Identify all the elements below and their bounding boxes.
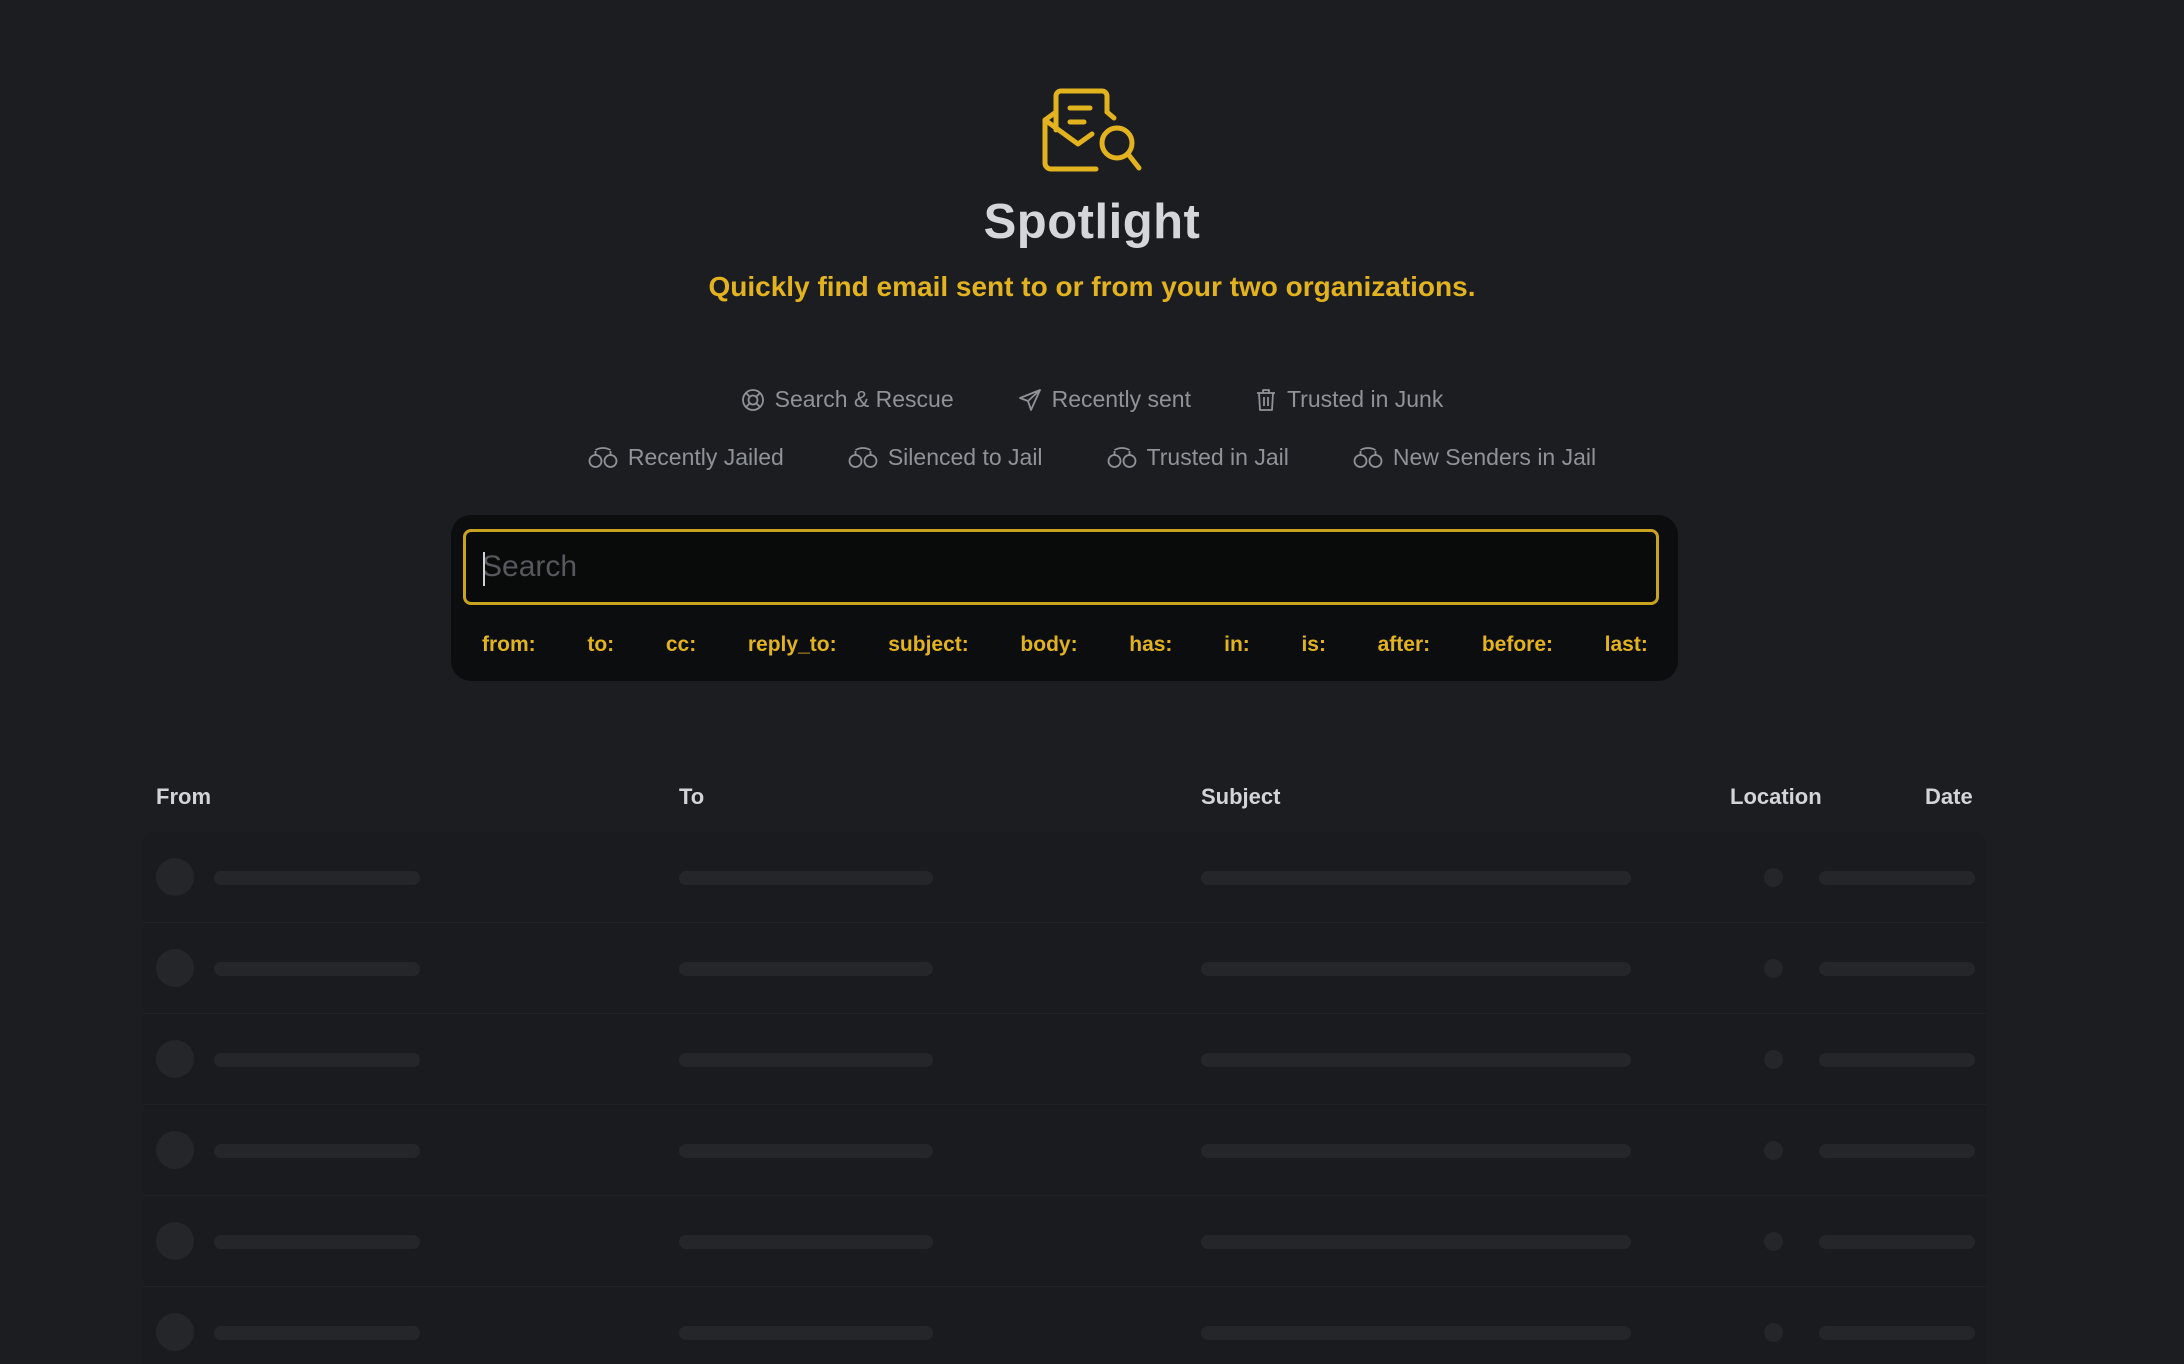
table-body bbox=[143, 832, 1986, 1364]
skeleton-subject bbox=[1201, 1326, 1631, 1340]
operator-reply-to[interactable]: reply_to: bbox=[748, 633, 837, 657]
operator-body[interactable]: body: bbox=[1020, 633, 1077, 657]
handcuffs-icon bbox=[588, 446, 618, 468]
skeleton-avatar bbox=[156, 1313, 194, 1351]
table-row-skeleton bbox=[143, 1196, 1986, 1287]
skeleton-date bbox=[1819, 1326, 1975, 1340]
column-header-location[interactable]: Location bbox=[1730, 784, 1822, 810]
skeleton-subject bbox=[1201, 1053, 1631, 1067]
column-header-to[interactable]: To bbox=[679, 784, 704, 810]
skeleton-to bbox=[679, 1144, 933, 1158]
skeleton-location bbox=[1764, 959, 1783, 978]
skeleton-to bbox=[679, 1235, 933, 1249]
table-row-skeleton bbox=[143, 832, 1986, 923]
shortcut-new-senders-in-jail[interactable]: New Senders in Jail bbox=[1353, 444, 1596, 471]
operator-last[interactable]: last: bbox=[1605, 633, 1648, 657]
search-operators: from: to: cc: reply_to: subject: body: h… bbox=[482, 633, 1648, 657]
skeleton-subject bbox=[1201, 871, 1631, 885]
operator-in[interactable]: in: bbox=[1224, 633, 1250, 657]
skeleton-location bbox=[1764, 868, 1783, 887]
shortcut-trusted-in-jail[interactable]: Trusted in Jail bbox=[1107, 444, 1289, 471]
skeleton-date bbox=[1819, 1235, 1975, 1249]
shortcut-label: Trusted in Jail bbox=[1146, 444, 1289, 470]
skeleton-avatar bbox=[156, 858, 194, 896]
spotlight-page: Spotlight Quickly find email sent to or … bbox=[0, 0, 2184, 1364]
operator-from[interactable]: from: bbox=[482, 633, 536, 657]
skeleton-to bbox=[679, 1053, 933, 1067]
skeleton-subject bbox=[1201, 1235, 1631, 1249]
column-header-subject[interactable]: Subject bbox=[1201, 784, 1280, 810]
handcuffs-icon bbox=[1353, 446, 1383, 468]
shortcut-label: Search & Rescue bbox=[774, 386, 954, 412]
skeleton-to bbox=[679, 1326, 933, 1340]
skeleton-avatar bbox=[156, 1222, 194, 1260]
shortcut-trusted-in-junk[interactable]: Trusted in Junk bbox=[1255, 386, 1443, 413]
operator-subject[interactable]: subject: bbox=[888, 633, 969, 657]
shortcut-label: Silenced to Jail bbox=[887, 444, 1043, 470]
operator-is[interactable]: is: bbox=[1301, 633, 1326, 657]
shortcut-search-rescue[interactable]: Search & Rescue bbox=[741, 386, 954, 413]
operator-to[interactable]: to: bbox=[587, 633, 614, 657]
trash-icon bbox=[1256, 388, 1275, 411]
skeleton-avatar bbox=[156, 1131, 194, 1169]
shortcut-row-2: Recently Jailed Silenced to Jail Trusted… bbox=[0, 444, 2184, 471]
page-title: Spotlight bbox=[983, 195, 1201, 249]
skeleton-from bbox=[214, 1144, 420, 1158]
skeleton-date bbox=[1819, 962, 1975, 976]
table-row-skeleton bbox=[143, 1105, 1986, 1196]
mail-search-icon bbox=[1042, 88, 1142, 172]
column-header-from[interactable]: From bbox=[156, 784, 211, 810]
handcuffs-icon bbox=[1107, 446, 1136, 468]
shortcut-row-1: Search & Rescue Recently sent Trusted in… bbox=[0, 386, 2184, 413]
skeleton-to bbox=[679, 871, 933, 885]
skeleton-to bbox=[679, 962, 933, 976]
shortcut-recently-sent[interactable]: Recently sent bbox=[1018, 386, 1191, 413]
skeleton-from bbox=[214, 1235, 420, 1249]
skeleton-from bbox=[214, 962, 420, 976]
skeleton-date bbox=[1819, 1144, 1975, 1158]
shortcut-silenced-to-jail[interactable]: Silenced to Jail bbox=[848, 444, 1043, 471]
operator-before[interactable]: before: bbox=[1482, 633, 1553, 657]
skeleton-date bbox=[1819, 871, 1975, 885]
table-row-skeleton bbox=[143, 1014, 1986, 1105]
hero: Spotlight Quickly find email sent to or … bbox=[0, 88, 2184, 304]
operator-cc[interactable]: cc: bbox=[666, 633, 696, 657]
skeleton-location bbox=[1764, 1141, 1783, 1160]
operator-after[interactable]: after: bbox=[1378, 633, 1431, 657]
handcuffs-icon bbox=[848, 446, 878, 468]
table-row-skeleton bbox=[143, 923, 1986, 1014]
search-box bbox=[463, 529, 1659, 605]
search-panel: from: to: cc: reply_to: subject: body: h… bbox=[451, 515, 1678, 681]
page-subtitle: Quickly find email sent to or from your … bbox=[708, 271, 1476, 302]
skeleton-avatar bbox=[156, 949, 194, 987]
skeleton-location bbox=[1764, 1323, 1783, 1342]
skeleton-date bbox=[1819, 1053, 1975, 1067]
skeleton-subject bbox=[1201, 962, 1631, 976]
paper-plane-icon bbox=[1018, 388, 1041, 411]
lifebuoy-icon bbox=[741, 388, 764, 411]
shortcut-label: Recently sent bbox=[1051, 386, 1191, 412]
shortcut-label: Trusted in Junk bbox=[1286, 386, 1444, 412]
shortcut-label: New Senders in Jail bbox=[1392, 444, 1597, 470]
shortcut-recently-jailed[interactable]: Recently Jailed bbox=[588, 444, 784, 471]
skeleton-from bbox=[214, 871, 420, 885]
skeleton-location bbox=[1764, 1050, 1783, 1069]
search-input[interactable] bbox=[466, 532, 1656, 602]
skeleton-avatar bbox=[156, 1040, 194, 1078]
column-header-date[interactable]: Date bbox=[1925, 784, 1973, 810]
skeleton-from bbox=[214, 1053, 420, 1067]
skeleton-from bbox=[214, 1326, 420, 1340]
skeleton-subject bbox=[1201, 1144, 1631, 1158]
shortcut-label: Recently Jailed bbox=[627, 444, 784, 470]
text-caret bbox=[483, 552, 485, 586]
skeleton-location bbox=[1764, 1232, 1783, 1251]
operator-has[interactable]: has: bbox=[1129, 633, 1172, 657]
table-row-skeleton bbox=[143, 1287, 1986, 1364]
